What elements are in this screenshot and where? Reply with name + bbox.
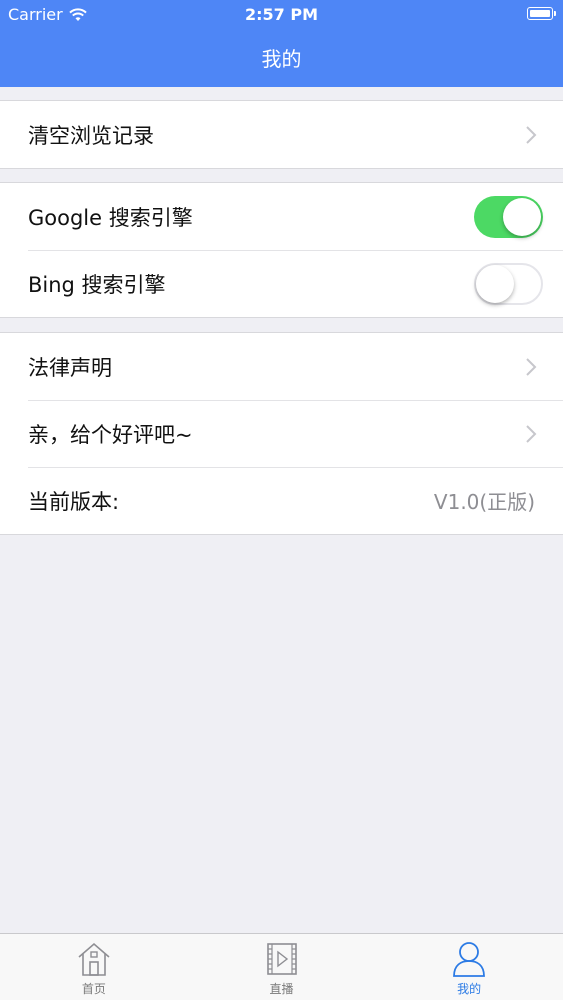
rate-app-label: 亲，给个好评吧~ <box>28 422 193 447</box>
tab-mine[interactable]: 我的 <box>375 934 563 1000</box>
google-search-label: Google 搜索引擎 <box>28 205 193 230</box>
about-group: 法律声明 亲，给个好评吧~ 当前版本: V1.0(正版) <box>0 332 563 535</box>
search-engine-group: Google 搜索引擎 Bing 搜索引擎 <box>0 182 563 318</box>
chevron-right-icon <box>526 424 537 443</box>
version-row: 当前版本: V1.0(正版) <box>0 467 563 534</box>
tab-bar: 首页 直播 我的 <box>0 933 563 1000</box>
tab-live[interactable]: 直播 <box>188 934 376 1000</box>
status-time: 2:57 PM <box>244 5 318 24</box>
house-icon <box>78 942 110 976</box>
version-label: 当前版本: <box>28 489 120 514</box>
clear-history-label: 清空浏览记录 <box>28 123 154 148</box>
bing-search-label: Bing 搜索引擎 <box>28 272 166 297</box>
film-play-icon <box>266 943 297 975</box>
bing-search-row: Bing 搜索引擎 <box>0 250 563 317</box>
battery-icon <box>527 7 556 20</box>
toggle-knob <box>503 197 541 236</box>
tab-live-label: 直播 <box>269 982 294 996</box>
version-value: V1.0(正版) <box>433 490 535 514</box>
tab-home[interactable]: 首页 <box>0 934 188 1000</box>
chevron-right-icon <box>526 125 537 144</box>
history-group: 清空浏览记录 <box>0 100 563 169</box>
rate-app-row[interactable]: 亲，给个好评吧~ <box>0 400 563 467</box>
google-search-row: Google 搜索引擎 <box>0 183 563 250</box>
settings-screen: Carrier 2:57 PM 我的 清空浏览记录 Google 搜索引擎 Bi… <box>0 0 563 1000</box>
user-icon <box>453 942 486 977</box>
tab-mine-label: 我的 <box>457 982 482 996</box>
top-bar: Carrier 2:57 PM 我的 <box>0 0 563 87</box>
clear-history-row[interactable]: 清空浏览记录 <box>0 101 563 168</box>
tab-home-label: 首页 <box>81 982 106 996</box>
status-bar: Carrier 2:57 PM <box>0 0 563 30</box>
legal-row[interactable]: 法律声明 <box>0 333 563 400</box>
legal-label: 法律声明 <box>28 355 112 380</box>
chevron-right-icon <box>526 357 537 376</box>
toggle-knob <box>476 264 514 303</box>
google-search-toggle[interactable] <box>474 195 543 238</box>
page-title: 我的 <box>261 47 302 71</box>
bing-search-toggle[interactable] <box>474 262 543 305</box>
